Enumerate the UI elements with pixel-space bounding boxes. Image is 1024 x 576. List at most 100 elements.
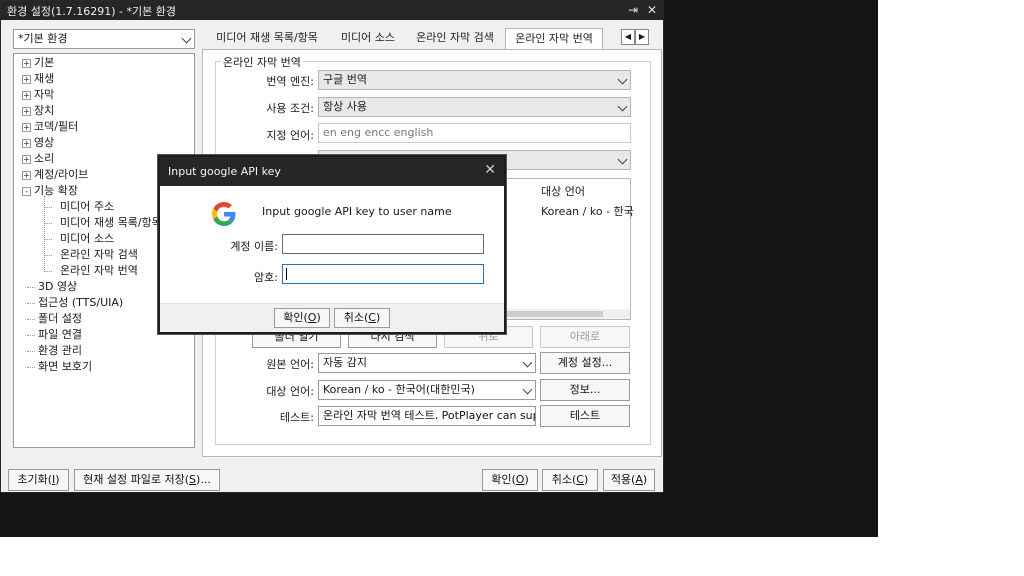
expand-icon[interactable]: + — [22, 91, 31, 100]
chevron-down-icon — [617, 154, 628, 165]
account-settings-button[interactable]: 계정 설정... — [540, 352, 630, 374]
close-icon[interactable]: ✕ — [484, 162, 496, 178]
group-title: 온라인 자막 번역 — [221, 54, 303, 70]
tree-item[interactable]: + 자막 — [22, 88, 54, 102]
tree-item-label: 자막 — [34, 88, 55, 101]
window-titlebar: 환경 설정(1.7.16291) - *기본 환경 ⇥ ✕ — [1, 1, 663, 20]
tree-item-expanded[interactable]: - 기능 확장 — [22, 184, 78, 198]
tree-item-label: 온라인 자막 번역 — [60, 264, 138, 277]
tree-connector — [44, 207, 52, 208]
move-down-button[interactable]: 아래로 — [540, 326, 630, 348]
language-label: 지정 언어: — [266, 129, 314, 142]
api-key-dialog: Input google API key ✕ Input google API … — [158, 155, 506, 334]
tab-scroll-left-icon[interactable]: ◀ — [621, 29, 635, 45]
tree-item-label: 온라인 자막 검색 — [60, 248, 138, 261]
tree-item-label: 접근성 (TTS/UIA) — [38, 296, 124, 309]
language-input[interactable]: en eng encc english — [318, 123, 631, 143]
expand-icon[interactable]: + — [22, 155, 31, 164]
tree-item-label: 기본 — [34, 56, 55, 69]
tree-item[interactable]: + 소리 — [22, 152, 54, 166]
expand-icon[interactable]: + — [22, 139, 31, 148]
tree-item-label: 화면 보호기 — [38, 360, 93, 373]
tree-item[interactable]: 화면 보호기 — [30, 360, 92, 374]
collapse-icon[interactable]: - — [22, 187, 31, 196]
tree-child-item[interactable]: 미디어 소스 — [52, 232, 114, 246]
apply-button[interactable]: 적용(A) — [603, 469, 655, 491]
account-name-input[interactable] — [282, 234, 484, 254]
tab-online-subtitle-search[interactable]: 온라인 자막 검색 — [409, 28, 501, 50]
list-row-target[interactable]: Korean / ko - 한국 — [541, 203, 634, 219]
dialog-title: Input google API key — [168, 165, 281, 178]
tree-item[interactable]: 접근성 (TTS/UIA) — [30, 296, 123, 310]
google-logo-icon — [212, 202, 236, 226]
tree-item[interactable]: 파일 연결 — [30, 328, 82, 342]
tree-connector — [44, 239, 52, 240]
save-config-button[interactable]: 현재 설정 파일로 저장(S)... — [74, 469, 220, 491]
password-label: 암호: — [254, 271, 278, 284]
tab-scroll-right-icon[interactable]: ▶ — [635, 29, 649, 45]
target-language-label: 대상 언어: — [266, 385, 314, 398]
engine-dropdown-value: 구글 번역 — [323, 73, 367, 86]
tree-item[interactable]: + 계정/라이브 — [22, 168, 88, 182]
reset-button[interactable]: 초기화(I) — [8, 469, 69, 491]
tree-item[interactable]: 3D 영상 — [30, 280, 77, 294]
engine-dropdown[interactable]: 구글 번역 — [318, 70, 631, 90]
tree-child-item[interactable]: 미디어 재생 목록/항목 — [52, 216, 162, 230]
expand-icon[interactable]: + — [22, 59, 31, 68]
tab-media-playlist[interactable]: 미디어 재생 목록/항목 — [207, 28, 327, 50]
dialog-message: Input google API key to user name — [262, 205, 452, 218]
chevron-down-icon — [522, 357, 533, 368]
tree-child-item[interactable]: 온라인 자막 번역 — [52, 264, 138, 278]
pin-icon[interactable]: ⇥ — [625, 2, 641, 18]
text-caret — [286, 268, 287, 280]
tab-media-source[interactable]: 미디어 소스 — [333, 28, 403, 50]
tree-item-label: 폴더 설정 — [38, 312, 82, 325]
dialog-titlebar: Input google API key ✕ — [160, 157, 504, 186]
tree-item[interactable]: + 재생 — [22, 72, 54, 86]
tree-item-label: 재생 — [34, 72, 55, 85]
tree-item-label: 미디어 소스 — [60, 232, 115, 245]
source-language-value: 자동 감지 — [323, 356, 367, 369]
expand-icon[interactable]: + — [22, 107, 31, 116]
condition-dropdown[interactable]: 항상 사용 — [318, 97, 631, 117]
tree-item-label: 미디어 재생 목록/항목 — [60, 216, 162, 229]
close-icon[interactable]: ✕ — [644, 2, 660, 18]
chevron-down-icon — [181, 33, 192, 44]
cancel-button[interactable]: 취소(C) — [542, 469, 598, 491]
tree-item-label: 영상 — [34, 136, 55, 149]
dialog-cancel-button[interactable]: 취소(C) — [334, 308, 390, 328]
tree-item-label: 코덱/필터 — [34, 120, 79, 133]
chevron-down-icon — [617, 101, 628, 112]
expand-icon[interactable]: + — [22, 171, 31, 180]
source-language-dropdown[interactable]: 자동 감지 — [318, 353, 536, 373]
tree-item-label: 3D 영상 — [38, 280, 78, 293]
target-language-dropdown[interactable]: Korean / ko - 한국어(대한민국) — [318, 380, 536, 400]
tab-online-subtitle-translate[interactable]: 온라인 자막 번역 — [505, 28, 603, 50]
tree-child-item[interactable]: 미디어 주소 — [52, 200, 114, 214]
tree-item[interactable]: + 영상 — [22, 136, 54, 150]
expand-icon[interactable]: + — [22, 75, 31, 84]
dialog-ok-button[interactable]: 확인(O) — [274, 308, 330, 328]
tree-child-item[interactable]: 온라인 자막 검색 — [52, 248, 138, 262]
expand-icon[interactable]: + — [22, 123, 31, 132]
tree-item[interactable]: + 기본 — [22, 56, 54, 70]
profile-dropdown[interactable]: *기본 환경 — [13, 29, 195, 49]
ok-button[interactable]: 확인(O) — [482, 469, 538, 491]
engine-label: 번역 엔진: — [266, 75, 314, 88]
tree-item-label: 장치 — [34, 104, 55, 117]
tree-item[interactable]: 환경 관리 — [30, 344, 82, 358]
test-button[interactable]: 테스트 — [540, 405, 630, 427]
test-input[interactable]: 온라인 자막 번역 테스트. PotPlayer can supp — [318, 406, 536, 426]
tree-item[interactable]: + 장치 — [22, 104, 54, 118]
tree-connector — [44, 223, 52, 224]
profile-dropdown-value: *기본 환경 — [18, 32, 68, 45]
source-language-label: 원본 언어: — [266, 358, 314, 371]
tree-connector — [44, 196, 45, 272]
info-button[interactable]: 정보... — [540, 379, 630, 401]
password-input[interactable] — [282, 264, 484, 284]
tree-item[interactable]: + 코덱/필터 — [22, 120, 78, 134]
tree-item[interactable]: 폴더 설정 — [30, 312, 82, 326]
condition-label: 사용 조건: — [266, 102, 314, 115]
tree-item-label: 기능 확장 — [34, 184, 78, 197]
dialog-footer: 확인(O) 취소(C) — [160, 303, 504, 332]
